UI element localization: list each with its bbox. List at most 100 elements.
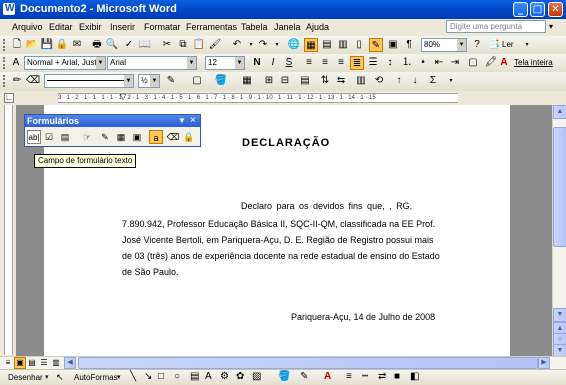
zoom-combo[interactable]: 80% ▼	[421, 38, 467, 52]
font-color-icon[interactable]: A	[324, 371, 331, 382]
increase-indent-icon[interactable]: ⇥	[448, 56, 462, 70]
menu-editar[interactable]: Editar	[49, 22, 73, 32]
bold-icon[interactable]: N	[250, 56, 264, 70]
columns-icon[interactable]: ▯	[352, 38, 366, 52]
menu-janela[interactable]: Janela	[274, 22, 301, 32]
distributed-icon[interactable]: ☰	[366, 56, 380, 70]
arrow-style-icon[interactable]: ⇄	[378, 371, 386, 382]
line-style-icon[interactable]: ≡	[346, 371, 352, 382]
show-hide-icon[interactable]: ¶	[402, 38, 416, 52]
reading-layout-icon[interactable]: ▥	[50, 357, 62, 369]
insert-excel-icon[interactable]: ▥	[336, 38, 350, 52]
sort-descending-icon[interactable]: ↓	[408, 74, 422, 88]
dropdown-form-field-icon[interactable]: ▤	[58, 130, 72, 144]
style-combo[interactable]: Normal + Arial, Justi ▼	[24, 56, 106, 70]
outside-border-icon[interactable]: ▢	[190, 74, 204, 88]
arrow-tool-icon[interactable]: ↘	[144, 371, 152, 382]
vertical-ruler-bar[interactable]	[4, 105, 13, 355]
oval-tool-icon[interactable]: ○	[174, 371, 180, 382]
diagram-icon[interactable]: ⚙	[220, 371, 229, 382]
hyperlink-icon[interactable]: 🌐	[287, 38, 301, 52]
autoshapes-menu-button[interactable]: AutoFormas	[74, 373, 118, 382]
normal-view-icon[interactable]: ≡	[2, 357, 14, 369]
scroll-thumb[interactable]	[553, 127, 566, 247]
select-objects-icon[interactable]: ↖	[56, 372, 64, 383]
align-left-icon[interactable]: ≡	[302, 56, 316, 70]
reset-form-fields-icon[interactable]: ⌫	[166, 130, 180, 144]
highlight-icon[interactable]: 🖍	[484, 56, 498, 70]
horizontal-scrollbar[interactable]: ≡ ▣ ▤ ☰ ▥ ◀ ▶	[0, 356, 566, 370]
text-direction-icon[interactable]: ⟲	[372, 74, 386, 88]
font-size-combo[interactable]: 12 ▼	[205, 56, 245, 70]
align-cell-icon[interactable]: ▤	[298, 74, 312, 88]
dash-style-icon[interactable]: ┅	[362, 371, 368, 382]
spelling-icon[interactable]: ✓	[122, 38, 136, 52]
cut-icon[interactable]: ✂	[160, 38, 174, 52]
autoshapes-dropdown-icon[interactable]: ▾	[117, 373, 121, 381]
ask-dropdown-arrow[interactable]: ▾	[546, 20, 556, 33]
eraser-icon[interactable]: ⌫	[26, 74, 40, 88]
forms-toolbar-title[interactable]: Formulários	[25, 115, 200, 127]
line-style-combo[interactable]: ▼	[44, 74, 134, 88]
fill-color-icon[interactable]: 🪣	[278, 371, 290, 382]
line-color-icon[interactable]: ✎	[300, 371, 308, 382]
numbering-icon[interactable]: ⒈	[400, 56, 414, 70]
toolbar-grip[interactable]	[3, 57, 8, 69]
protect-form-icon[interactable]: 🔒	[182, 130, 196, 144]
distribute-columns-icon[interactable]: ⇆	[334, 74, 348, 88]
minimize-button[interactable]: _	[513, 2, 528, 17]
font-combo[interactable]: Arial ▼	[107, 56, 197, 70]
insert-table-icon[interactable]: ▤	[320, 38, 334, 52]
form-field-shading-icon[interactable]: a	[149, 130, 163, 144]
ask-question-input[interactable]: Digite uma pergunta	[446, 20, 546, 33]
rectangle-tool-icon[interactable]: □	[158, 371, 164, 382]
clip-art-icon[interactable]: ✿	[236, 371, 244, 382]
insert-table-menu-icon[interactable]: ▦	[240, 74, 254, 88]
web-layout-icon[interactable]: ▣	[14, 357, 26, 369]
word-app-icon[interactable]	[3, 3, 15, 15]
toolbar-grip[interactable]	[3, 39, 8, 51]
split-cells-icon[interactable]: ⊟	[278, 74, 292, 88]
text-box-icon[interactable]: ▤	[190, 371, 199, 382]
maximize-button[interactable]: □	[530, 2, 545, 17]
read-icon[interactable]: 📑	[487, 38, 501, 52]
toolbar-options-icon[interactable]: ▾	[520, 38, 534, 52]
merge-cells-icon[interactable]: ⊞	[262, 74, 276, 88]
insert-table-icon[interactable]: ▦	[114, 130, 128, 144]
border-color-icon[interactable]: ✎	[164, 74, 178, 88]
scroll-up-button[interactable]: ▲	[553, 105, 566, 119]
help-icon[interactable]: ?	[470, 38, 484, 52]
align-right-icon[interactable]: ≡	[334, 56, 348, 70]
new-document-icon[interactable]: 🗋	[10, 38, 24, 52]
scroll-right-button[interactable]: ▶	[538, 357, 550, 369]
redo-dropdown-icon[interactable]: ▾	[270, 38, 284, 52]
ruler-bar[interactable]: 3 · 1 · 2 · 1 · 1 · 1 · 1 · 1 · 2 · 1 · …	[58, 93, 458, 103]
first-line-indent-marker[interactable]: ▽	[120, 92, 126, 101]
sort-ascending-icon[interactable]: ↑	[392, 74, 406, 88]
form-field-options-icon[interactable]: ☞	[80, 130, 94, 144]
menu-inserir[interactable]: Inserir	[110, 22, 135, 32]
full-screen-label[interactable]: Tela inteira	[514, 58, 553, 67]
draw-menu-button[interactable]: Desenhar	[8, 373, 43, 382]
decrease-indent-icon[interactable]: ⇤	[432, 56, 446, 70]
insert-frame-icon[interactable]: ▣	[130, 130, 144, 144]
align-center-icon[interactable]: ≡	[318, 56, 332, 70]
styles-pane-icon[interactable]: A	[9, 56, 23, 70]
save-icon[interactable]: 💾	[40, 38, 54, 52]
draw-table-icon[interactable]: ✎	[98, 130, 112, 144]
wordart-icon[interactable]: A	[205, 371, 212, 382]
open-folder-icon[interactable]: 📂	[25, 38, 39, 52]
outline-view-icon[interactable]: ☰	[38, 357, 50, 369]
toolbar-options-icon[interactable]: ▾	[444, 74, 458, 88]
italic-icon[interactable]: I	[266, 56, 280, 70]
line-spacing-icon[interactable]: ↕	[383, 56, 397, 70]
read-label[interactable]: Ler	[502, 40, 514, 49]
copy-icon[interactable]: ⧉	[176, 38, 190, 52]
3d-style-icon[interactable]: ◧	[410, 371, 419, 382]
drawing-icon[interactable]: ✎	[369, 38, 383, 52]
scroll-left-button[interactable]: ◀	[64, 357, 76, 369]
line-weight-combo[interactable]: ½ ▼	[138, 74, 160, 88]
checkbox-form-field-icon[interactable]: ☑	[42, 130, 56, 144]
document-map-icon[interactable]: ▣	[386, 38, 400, 52]
menu-ferramentas[interactable]: Ferramentas	[186, 22, 237, 32]
